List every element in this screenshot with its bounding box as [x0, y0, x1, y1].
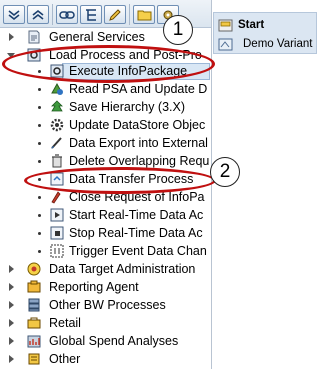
- tree-item-start-real-time-data-ac[interactable]: Start Real-Time Data Ac: [0, 206, 211, 225]
- bullet-marker: [38, 232, 41, 235]
- bullet-marker: [38, 124, 41, 127]
- expand-all-icon: [8, 9, 20, 20]
- tree-item-other-bw-processes[interactable]: Other BW Processes: [0, 296, 211, 315]
- reporting-agent-icon: [26, 279, 42, 295]
- tree-item-label: Other: [49, 352, 81, 366]
- tree-item-data-export-into-external[interactable]: Data Export into External: [0, 134, 211, 153]
- expand-arrow-icon[interactable]: [9, 337, 14, 345]
- expand-arrow-icon[interactable]: [9, 265, 14, 273]
- variant-demo-label: Demo Variant: [243, 38, 313, 50]
- expand-arrow-icon[interactable]: [9, 355, 14, 363]
- stop-realtime-icon: [49, 225, 65, 241]
- tree-item-label: Global Spend Analyses: [49, 334, 179, 348]
- tree-item-label: Other BW Processes: [49, 298, 166, 312]
- highlight-ellipse-1: [2, 45, 215, 83]
- tree-item-retail[interactable]: Retail: [0, 314, 211, 333]
- variant-list: Start Demo Variant: [213, 12, 317, 54]
- other-icon: [26, 351, 42, 367]
- spend-analyses-icon: [26, 333, 42, 349]
- tree-item-label: Update DataStore Objec: [69, 118, 206, 132]
- trash-icon: [49, 153, 65, 169]
- bullet-marker: [38, 196, 41, 199]
- tree-item-global-spend-analyses[interactable]: Global Spend Analyses: [0, 332, 211, 351]
- tree-item-trigger-event-data-chan[interactable]: Trigger Event Data Chan: [0, 242, 211, 261]
- tree-item-save-hierarchy-3-x[interactable]: Save Hierarchy (3.X): [0, 98, 211, 117]
- start-variant-icon: [218, 19, 233, 31]
- tree-item-label: Data Target Administration: [49, 262, 196, 276]
- bullet-marker: [38, 250, 41, 253]
- target-admin-icon: [26, 261, 42, 277]
- trigger-event-icon: [49, 243, 65, 259]
- bullet-marker: [38, 88, 41, 91]
- tree-item-label: Save Hierarchy (3.X): [69, 100, 186, 114]
- demo-variant-icon: [218, 38, 233, 50]
- bullet-marker: [38, 142, 41, 145]
- hierarchy-icon: [86, 8, 96, 21]
- variant-start[interactable]: Start: [218, 17, 264, 33]
- tree-item-label: Data Export into External: [69, 136, 208, 150]
- edit-button[interactable]: [104, 5, 126, 24]
- general-services-icon: [26, 29, 42, 45]
- expand-arrow-icon[interactable]: [9, 319, 14, 327]
- expand-all-button[interactable]: [3, 5, 25, 24]
- link-button[interactable]: [56, 5, 78, 24]
- expand-arrow-icon[interactable]: [9, 283, 14, 291]
- step-badge-1: 1: [163, 15, 193, 45]
- collapse-all-icon: [32, 9, 44, 20]
- link-icon: [59, 10, 75, 19]
- bullet-marker: [38, 160, 41, 163]
- retail-icon: [26, 315, 42, 331]
- highlight-ellipse-2: [24, 167, 216, 194]
- variant-demo[interactable]: Demo Variant: [218, 36, 312, 52]
- hierarchy-tree-icon: [49, 99, 65, 115]
- bullet-marker: [38, 106, 41, 109]
- edit-icon: [109, 8, 121, 21]
- tree-item-reporting-agent[interactable]: Reporting Agent: [0, 278, 211, 297]
- collapse-all-button[interactable]: [27, 5, 49, 24]
- bullet-marker: [38, 214, 41, 217]
- tree-item-label: Retail: [49, 316, 81, 330]
- read-psa-icon: [49, 81, 65, 97]
- tree-item-update-datastore-objec[interactable]: Update DataStore Objec: [0, 116, 211, 135]
- hierarchy-button[interactable]: [80, 5, 102, 24]
- tree-item-label: Reporting Agent: [49, 280, 139, 294]
- tree-item-label: Stop Real-Time Data Ac: [69, 226, 203, 240]
- tree-item-stop-real-time-data-ac[interactable]: Stop Real-Time Data Ac: [0, 224, 211, 243]
- folder-button[interactable]: [133, 5, 155, 24]
- expand-arrow-icon[interactable]: [9, 33, 14, 41]
- variant-start-label: Start: [238, 19, 265, 31]
- expand-arrow-icon[interactable]: [9, 301, 14, 309]
- start-realtime-icon: [49, 207, 65, 223]
- tree-item-label: Trigger Event Data Chan: [69, 244, 207, 258]
- folder-icon: [137, 10, 151, 21]
- tree-item-label: Read PSA and Update D: [69, 82, 208, 96]
- other-processes-icon: [26, 297, 42, 313]
- gear-icon: [49, 117, 65, 133]
- tree-item-label: Start Real-Time Data Ac: [69, 208, 204, 222]
- export-icon: [49, 135, 65, 151]
- step-badge-2: 2: [210, 157, 240, 187]
- tree-item-data-target-administration[interactable]: Data Target Administration: [0, 260, 211, 279]
- tree-item-other[interactable]: Other: [0, 350, 211, 369]
